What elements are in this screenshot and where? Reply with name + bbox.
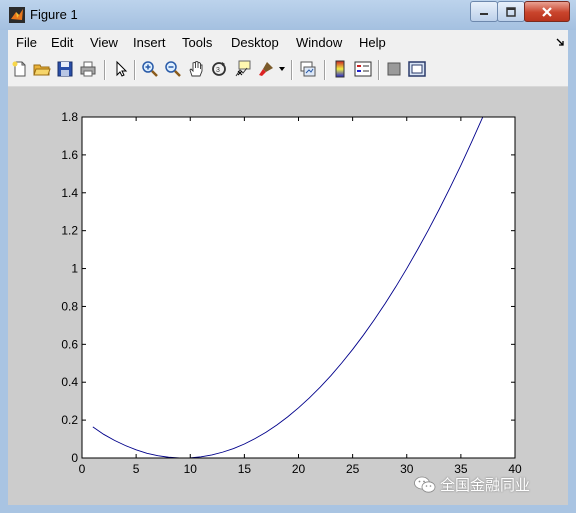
wechat-logo-icon: [414, 476, 436, 493]
watermark: 全国金融同业: [414, 474, 530, 495]
x-tick-label: 0: [79, 462, 86, 476]
x-tick-label: 20: [292, 462, 306, 476]
toolbar-separator: [378, 60, 380, 80]
y-tick-label: 1.4: [61, 186, 78, 200]
link-plot-icon[interactable]: [299, 60, 317, 78]
y-tick-label: 1.6: [61, 148, 78, 162]
x-tick-label: 10: [184, 462, 198, 476]
dropdown-arrow-icon[interactable]: [279, 67, 285, 71]
svg-text:3: 3: [216, 67, 220, 74]
window-controls: [470, 1, 570, 22]
minimize-button[interactable]: [470, 1, 498, 22]
menu-bar: File Edit View Insert Tools Desktop Wind…: [8, 30, 568, 54]
toolbar-separator: [291, 60, 293, 80]
zoom-in-icon[interactable]: [141, 60, 159, 78]
y-tick-label: 1: [71, 262, 78, 276]
y-tick-label: 0: [71, 451, 78, 465]
brush-icon[interactable]: [257, 60, 275, 78]
menu-tools[interactable]: Tools: [182, 35, 212, 50]
dock-arrow-icon[interactable]: [556, 38, 564, 46]
title-bar[interactable]: Figure 1: [0, 0, 576, 30]
new-figure-icon[interactable]: [11, 60, 29, 78]
y-tick-label: 0.6: [61, 337, 78, 351]
menu-desktop[interactable]: Desktop: [231, 35, 279, 50]
menu-edit[interactable]: Edit: [51, 35, 73, 50]
data-cursor-icon[interactable]: [233, 60, 251, 78]
watermark-text: 全国金融同业: [440, 477, 531, 494]
insert-colorbar-icon[interactable]: [331, 60, 349, 78]
y-tick-label: 0.2: [61, 413, 78, 427]
save-icon[interactable]: [56, 60, 74, 78]
menu-window[interactable]: Window: [296, 35, 342, 50]
window-title: Figure 1: [30, 7, 78, 22]
matlab-logo-icon: [9, 7, 25, 23]
toolbar-separator: [104, 60, 106, 80]
toolbar-separator: [134, 60, 136, 80]
y-tick-label: 0.8: [61, 299, 78, 313]
hide-plot-tools-icon[interactable]: [385, 60, 403, 78]
pan-hand-icon[interactable]: [187, 60, 205, 78]
figure-window: Figure 1 File Edit View Insert Tools Des…: [0, 0, 576, 513]
y-tick-label: 1.8: [61, 110, 78, 124]
x-tick-label: 15: [238, 462, 252, 476]
menu-insert[interactable]: Insert: [133, 35, 166, 50]
x-tick-label: 5: [133, 462, 140, 476]
axes-background: [82, 117, 515, 458]
rotate-3d-icon[interactable]: 3: [210, 60, 228, 78]
edit-plot-arrow-icon[interactable]: [112, 60, 130, 78]
close-button[interactable]: [524, 1, 570, 22]
y-tick-label: 1.2: [61, 224, 78, 238]
open-file-icon[interactable]: [33, 60, 51, 78]
x-tick-label: 25: [346, 462, 360, 476]
menu-help[interactable]: Help: [359, 35, 386, 50]
y-tick-label: 0.4: [61, 375, 78, 389]
menu-file[interactable]: File: [16, 35, 37, 50]
figure-canvas: 0 5 10 15 20 25 30 35 40 0 0.2 0.4 0.6 0.8 1 1.2 1.4 1.6 1…: [8, 87, 568, 505]
figure-toolbar: 3: [8, 54, 568, 87]
toolbar-separator: [324, 60, 326, 80]
line-plot[interactable]: 0 5 10 15 20 25 30 35 4000.20.40.60.811.21.41.61…: [8, 87, 568, 505]
x-tick-label: 30: [400, 462, 414, 476]
zoom-out-icon[interactable]: [164, 60, 182, 78]
insert-legend-icon[interactable]: [354, 60, 372, 78]
menu-view[interactable]: View: [90, 35, 118, 50]
maximize-icon: [506, 6, 516, 17]
minimize-icon: [480, 12, 488, 15]
close-icon: [542, 6, 552, 17]
maximize-button[interactable]: [497, 1, 525, 22]
print-icon[interactable]: [79, 60, 97, 78]
show-plot-tools-icon[interactable]: [408, 60, 426, 78]
